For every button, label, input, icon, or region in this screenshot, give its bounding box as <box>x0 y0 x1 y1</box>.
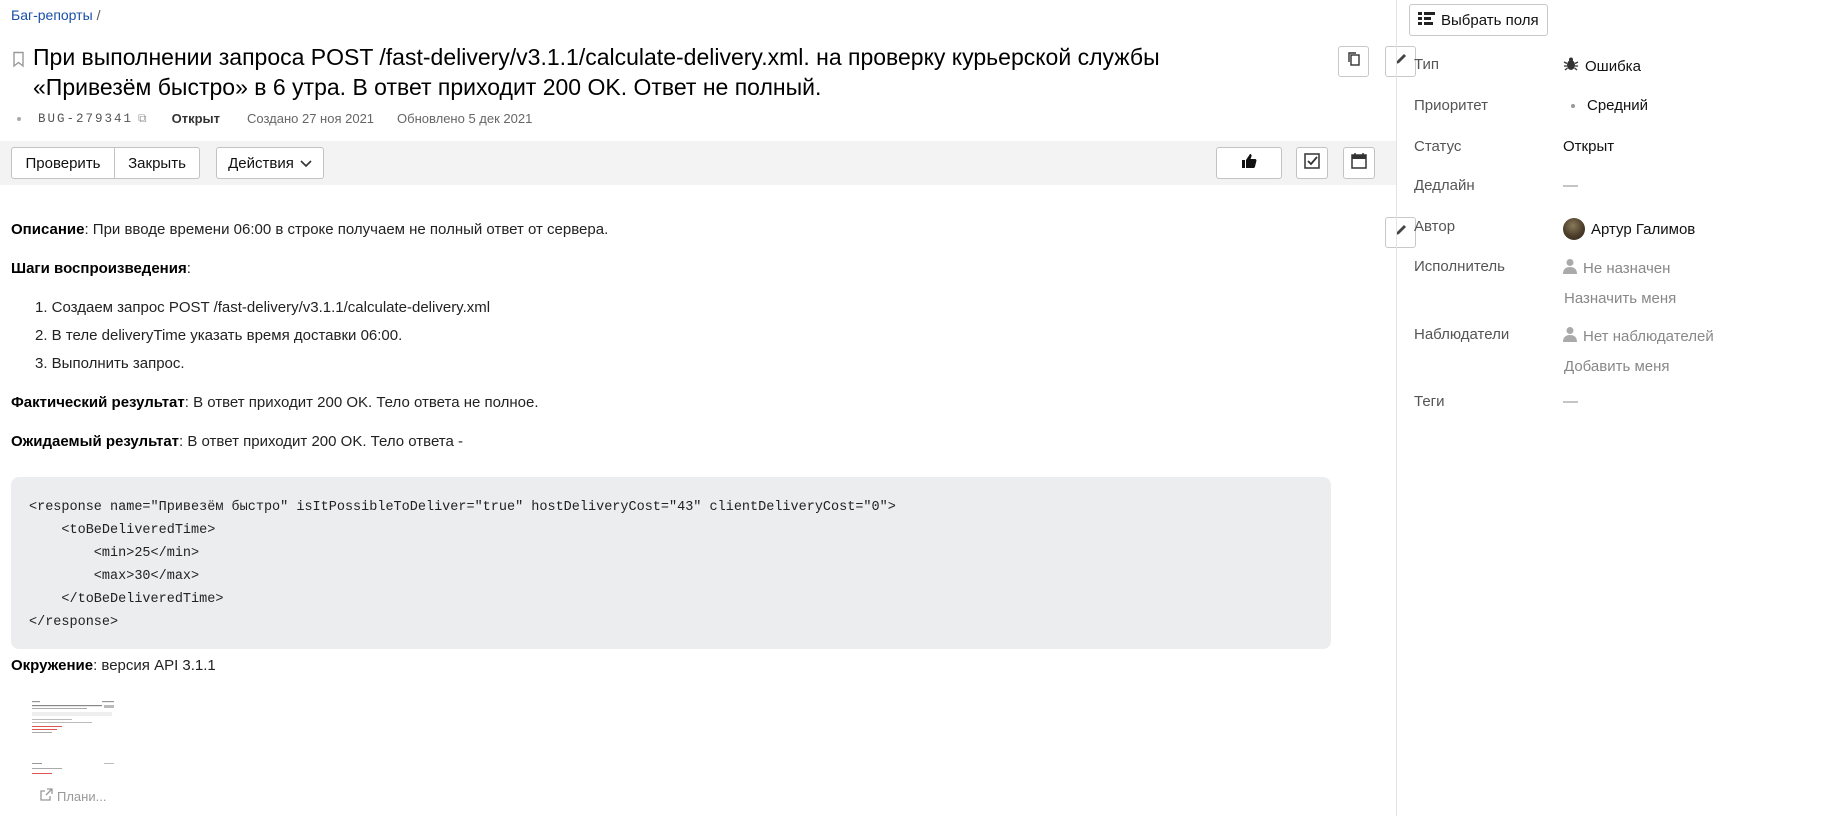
calendar-icon <box>1350 152 1368 174</box>
checklist-icon <box>1303 152 1321 174</box>
author-value[interactable]: Артур Галимов <box>1563 218 1695 240</box>
watchers-text: Нет наблюдателей <box>1583 327 1714 345</box>
assignee-label: Исполнитель <box>1414 258 1505 275</box>
expected-text: : В ответ приходит 200 OK. Тело ответа - <box>179 433 463 450</box>
deadline-value[interactable]: — <box>1563 177 1578 194</box>
steps-heading: Шаги воспроизведения: <box>11 260 191 277</box>
actual-text: : В ответ приходит 200 OK. Тело ответа н… <box>184 394 539 411</box>
created-date: Создано 27 ноя 2021 <box>247 111 375 126</box>
tags-label: Теги <box>1414 393 1445 410</box>
watchers-value[interactable]: Нет наблюдателей <box>1563 326 1714 346</box>
select-fields-button[interactable]: Выбрать поля <box>1409 4 1548 36</box>
expected-result: Ожидаемый результат: В ответ приходит 20… <box>11 433 463 450</box>
assign-me-link[interactable]: Назначить меня <box>1564 290 1676 307</box>
description-label: Описание <box>11 221 85 238</box>
environment-text: : версия API 3.1.1 <box>93 657 216 674</box>
close-button[interactable]: Закрыть <box>114 147 200 179</box>
breadcrumb-link[interactable]: Баг-репорты <box>11 7 93 23</box>
updated-date: Обновлено 5 дек 2021 <box>397 111 533 126</box>
actions-dropdown[interactable]: Действия <box>216 147 324 179</box>
attachment-label: Плани... <box>57 788 107 804</box>
select-fields-label: Выбрать поля <box>1441 11 1539 29</box>
attachment-thumbnail[interactable] <box>30 698 116 782</box>
issue-key: BUG-279341 <box>38 111 134 126</box>
attachment-link[interactable]: Плани... <box>40 788 106 804</box>
copy-link-button[interactable] <box>1338 46 1369 77</box>
status-value[interactable]: Открыт <box>1563 138 1614 155</box>
user-icon <box>1563 258 1577 278</box>
list-item: 1. Создаем запрос POST /fast-delivery/v3… <box>35 299 491 316</box>
priority-value[interactable]: Средний <box>1563 97 1648 114</box>
actions-label: Действия <box>228 154 294 172</box>
description-text: : При вводе времени 06:00 в строке получ… <box>84 221 609 238</box>
actual-label: Фактический результат <box>11 394 185 411</box>
author-name: Артур Галимов <box>1591 220 1696 238</box>
calendar-button[interactable] <box>1343 147 1375 179</box>
watchers-label: Наблюдатели <box>1414 326 1510 343</box>
checklist-button[interactable] <box>1296 147 1328 179</box>
page-title: При выполнении запроса POST /fast-delive… <box>33 44 1160 100</box>
environment-label: Окружение <box>11 657 94 674</box>
check-button[interactable]: Проверить <box>11 147 115 179</box>
chevron-down-icon <box>300 155 312 172</box>
breadcrumb: Баг-репорты / <box>11 7 101 23</box>
steps-label: Шаги воспроизведения <box>11 260 187 277</box>
priority-label: Приоритет <box>1414 97 1488 114</box>
breadcrumb-separator: / <box>96 7 101 23</box>
assignee-value[interactable]: Не назначен <box>1563 258 1670 278</box>
author-label: Автор <box>1414 218 1456 235</box>
actual-result: Фактический результат: В ответ приходит … <box>11 394 539 411</box>
action-toolbar: Проверить Закрыть Действия <box>0 141 1396 185</box>
copy-key-icon[interactable]: ⧉ <box>138 111 147 126</box>
copy-icon <box>1346 51 1362 72</box>
assignee-text: Не назначен <box>1583 259 1671 277</box>
fields-icon <box>1418 11 1435 29</box>
list-item: 3. Выполнить запрос. <box>35 355 185 372</box>
code-block: <response name="Привезём быстро" isItPos… <box>11 477 1331 649</box>
priority-dot-icon <box>1571 103 1575 108</box>
deadline-label: Дедлайн <box>1414 177 1475 194</box>
type-text: Ошибка <box>1585 57 1641 75</box>
avatar <box>1563 218 1585 240</box>
external-link-icon <box>40 788 53 804</box>
properties-sidebar: Выбрать поля Тип Ошибка Приоритет Средни… <box>1396 0 1824 816</box>
bookmark-icon[interactable] <box>12 51 25 68</box>
type-value[interactable]: Ошибка <box>1563 56 1641 76</box>
issue-meta: BUG-279341 ⧉ Открыт Создано 27 ноя 2021 … <box>17 111 532 126</box>
description-paragraph: Описание: При вводе времени 06:00 в стро… <box>11 221 608 238</box>
like-button[interactable] <box>1216 147 1282 179</box>
steps-suffix: : <box>186 260 191 277</box>
list-item: 2. В теле deliveryTime указать время дос… <box>35 327 403 344</box>
meta-dot <box>17 116 21 121</box>
add-me-link[interactable]: Добавить меня <box>1564 358 1670 375</box>
status-label: Статус <box>1414 138 1462 155</box>
type-label: Тип <box>1414 56 1440 73</box>
issue-main: Баг-репорты / При выполнении запроса POST… <box>0 0 1416 816</box>
environment: Окружение: версия API 3.1.1 <box>11 657 216 674</box>
status-badge: Открыт <box>171 111 220 126</box>
bug-icon <box>1563 56 1579 76</box>
thumbs-up-icon <box>1240 152 1258 174</box>
priority-text: Средний <box>1587 97 1648 114</box>
tags-value[interactable]: — <box>1563 393 1578 410</box>
user-icon <box>1563 326 1577 346</box>
expected-label: Ожидаемый результат <box>11 433 180 450</box>
